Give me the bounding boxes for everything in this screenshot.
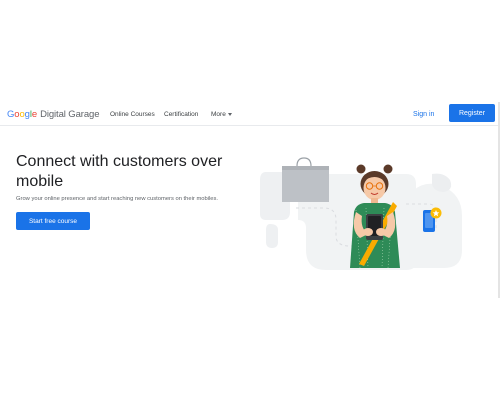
start-free-course-button[interactable]: Start free course	[16, 212, 90, 230]
google-digital-garage-logo[interactable]: Google Digital Garage	[7, 109, 99, 121]
hero-title: Connect with customers over mobile	[16, 153, 223, 190]
sign-in-link[interactable]: Sign in	[413, 111, 434, 118]
hero-illustration	[260, 157, 462, 270]
page: Google Digital Garage Online Courses Cer…	[0, 0, 500, 400]
hero-subtitle: Grow your online presence and start reac…	[16, 196, 219, 202]
google-wordmark: Google	[7, 109, 37, 120]
nav-online-courses[interactable]: Online Courses	[110, 111, 155, 118]
register-button[interactable]: Register	[449, 104, 495, 122]
site-header: Google Digital Garage Online Courses Cer…	[0, 102, 498, 126]
caret-down-icon	[227, 113, 232, 116]
nav-more-menu[interactable]: More	[211, 111, 232, 118]
logo-product-name: Digital Garage	[40, 109, 100, 120]
shopping-bag-icon	[282, 157, 329, 202]
nav-more-label: More	[211, 111, 226, 118]
logo-letter: e	[31, 109, 38, 120]
nav-certification[interactable]: Certification	[164, 111, 198, 118]
